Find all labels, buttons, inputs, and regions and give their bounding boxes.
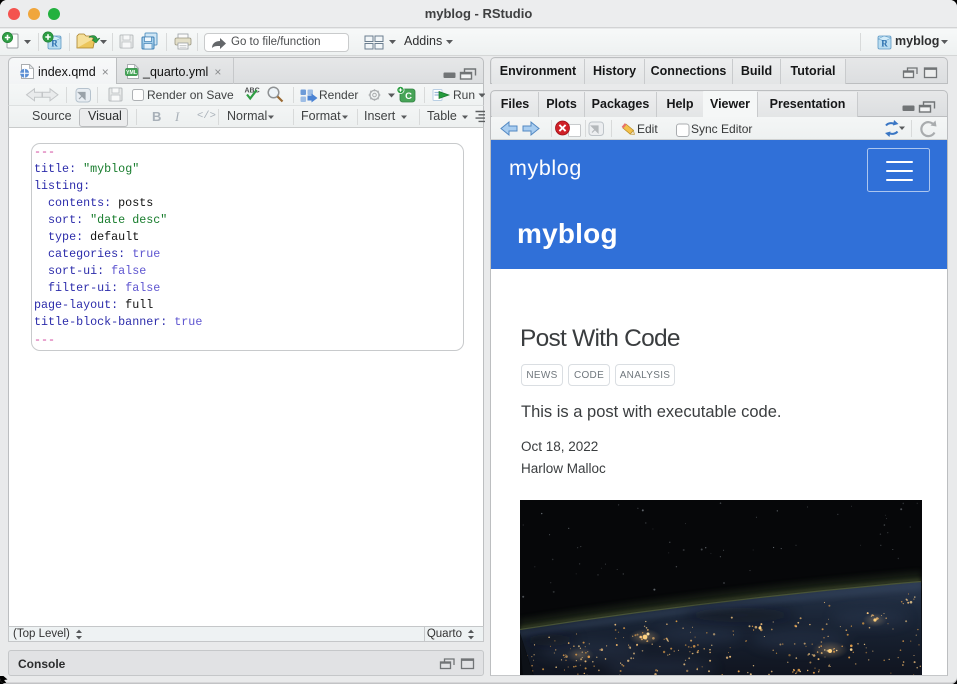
svg-text:C: C [405, 91, 412, 102]
svg-text:ABC: ABC [245, 88, 260, 95]
svg-text:R: R [881, 39, 888, 49]
svg-text:YML: YML [126, 70, 138, 76]
